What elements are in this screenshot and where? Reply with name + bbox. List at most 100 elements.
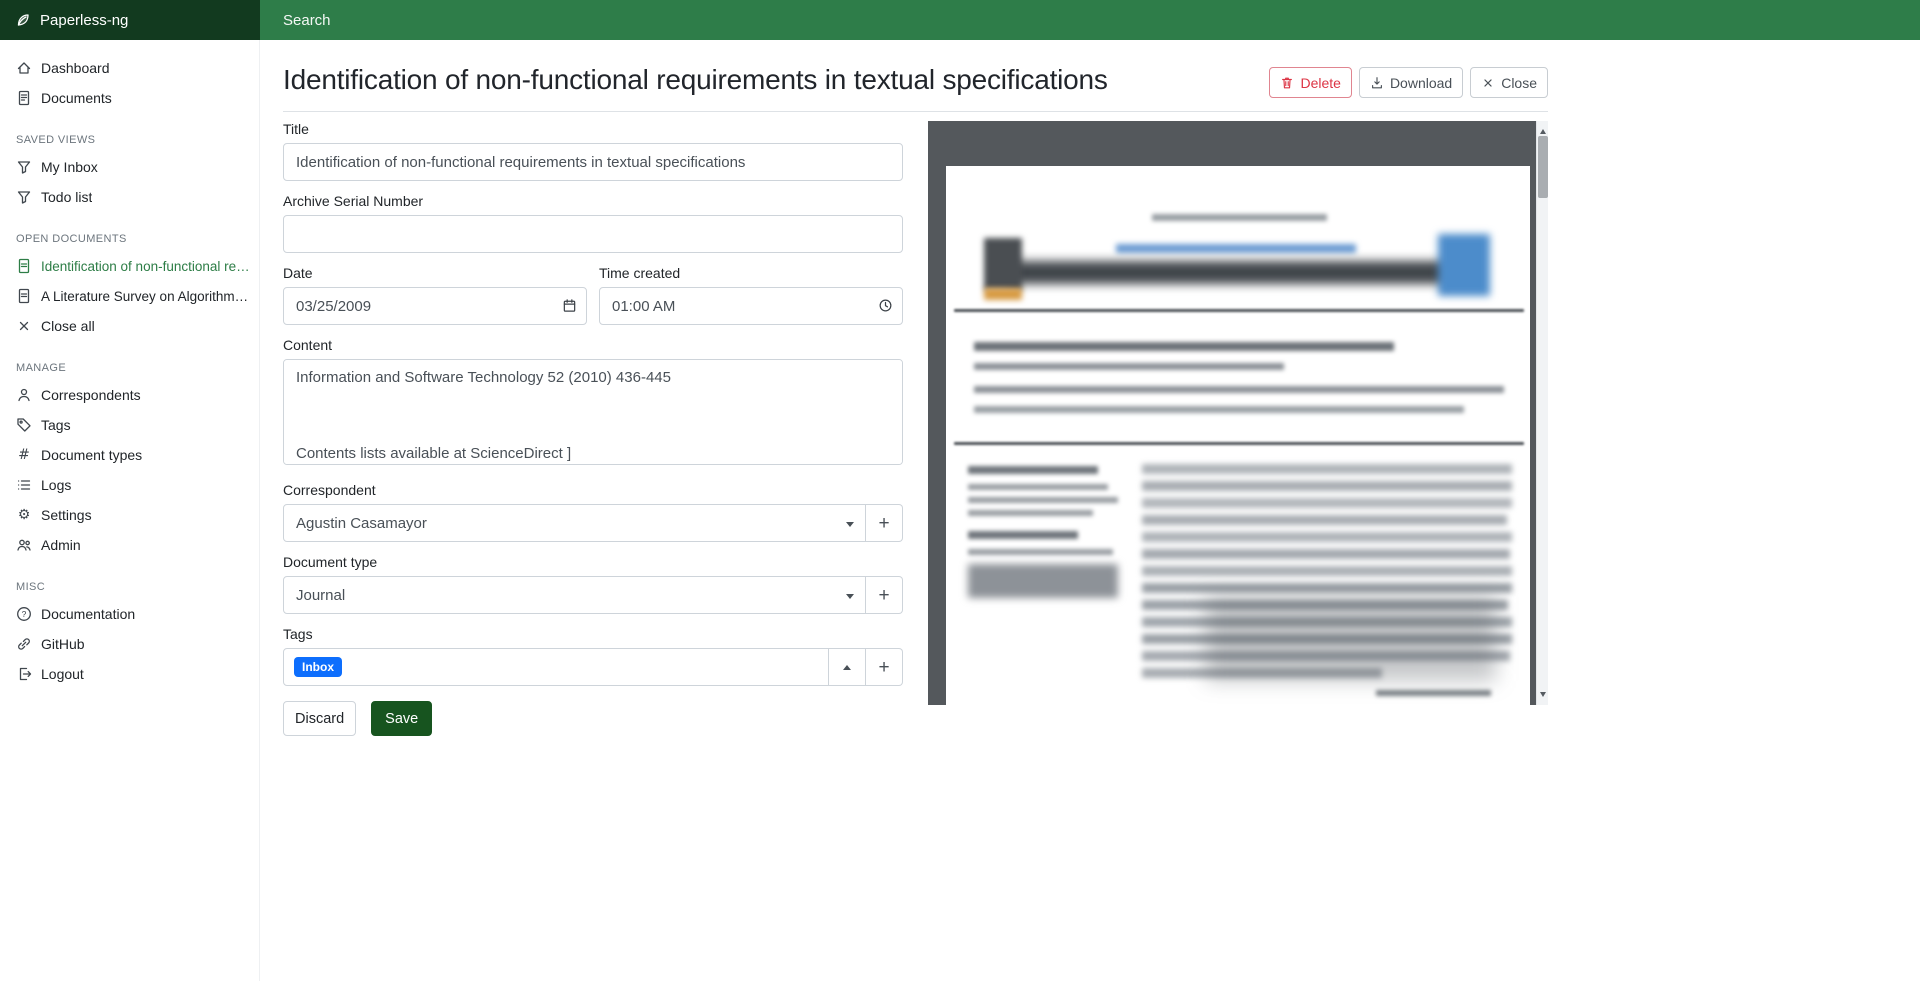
sidebar-item-correspondents[interactable]: Correspondents	[0, 380, 259, 410]
title-field[interactable]	[283, 143, 903, 181]
main-content: Identification of non-functional require…	[260, 40, 1920, 981]
search-bar	[260, 0, 1920, 40]
sidebar-item-document-types[interactable]: # Document types	[0, 440, 259, 470]
person-icon	[16, 387, 32, 403]
tag-badge-inbox[interactable]: Inbox	[294, 657, 342, 677]
content-field-label: Content	[283, 337, 903, 353]
pdf-blur-shape	[1142, 583, 1512, 593]
document-type-selected-value: Journal	[296, 587, 345, 604]
pdf-blur-shape	[968, 484, 1108, 490]
pdf-blur-shape	[954, 442, 1524, 445]
pdf-blur-shape	[1152, 214, 1327, 221]
sidebar-item-open-document-2[interactable]: A Literature Survey on Algorithms for Mu…	[0, 281, 259, 311]
document-edit-form: Title Archive Serial Number Date	[283, 121, 903, 736]
sidebar-item-label: Admin	[41, 537, 81, 553]
svg-text:?: ?	[22, 609, 27, 619]
sidebar-item-documentation[interactable]: ? Documentation	[0, 599, 259, 629]
pdf-blur-shape	[954, 309, 1524, 312]
trash-icon	[1280, 76, 1294, 90]
sidebar-item-my-inbox[interactable]: My Inbox	[0, 152, 259, 182]
people-icon	[16, 537, 32, 553]
pdf-blur-shape	[1142, 464, 1512, 474]
funnel-icon	[16, 159, 32, 175]
pdf-blur-shape	[968, 564, 1118, 598]
sidebar-item-dashboard[interactable]: Dashboard	[0, 53, 259, 83]
link-icon	[16, 636, 32, 652]
close-icon	[1481, 76, 1495, 90]
sidebar-item-documents[interactable]: Documents	[0, 83, 259, 113]
delete-button-label: Delete	[1300, 75, 1340, 91]
hash-icon: #	[16, 447, 32, 463]
list-icon	[16, 477, 32, 493]
clock-icon[interactable]	[878, 298, 893, 313]
scroll-up-icon[interactable]	[1540, 126, 1546, 134]
archive-serial-number-field[interactable]	[283, 215, 903, 253]
pdf-blur-shape	[1206, 596, 1496, 681]
document-type-field-label: Document type	[283, 554, 903, 570]
tags-dropdown-toggle-button[interactable]	[829, 648, 866, 686]
sidebar-item-todo-list[interactable]: Todo list	[0, 182, 259, 212]
pdf-blur-shape	[1008, 261, 1453, 284]
app-brand-name: Paperless-ng	[40, 12, 128, 29]
pdf-blur-shape	[968, 466, 1098, 474]
sidebar-item-label: Logout	[41, 666, 84, 682]
close-button[interactable]: Close	[1470, 67, 1548, 98]
tags-field-label: Tags	[283, 626, 903, 642]
download-button[interactable]: Download	[1359, 67, 1463, 98]
document-actions: Delete Download Close	[1269, 67, 1548, 98]
sidebar-item-logout[interactable]: Logout	[0, 659, 259, 689]
tag-icon	[16, 417, 32, 433]
correspondent-select[interactable]: Agustin Casamayor	[283, 504, 866, 542]
time-created-field[interactable]	[599, 287, 903, 325]
pdf-blur-shape	[1438, 234, 1490, 296]
app-brand[interactable]: Paperless-ng	[0, 0, 260, 40]
delete-button[interactable]: Delete	[1269, 67, 1351, 98]
close-button-label: Close	[1501, 75, 1537, 91]
document-type-select[interactable]: Journal	[283, 576, 866, 614]
house-icon	[16, 60, 32, 76]
sidebar-item-settings[interactable]: ⚙ Settings	[0, 500, 259, 530]
sidebar-section-open-documents: Open documents	[0, 233, 259, 245]
correspondent-field-label: Correspondent	[283, 482, 903, 498]
preview-scrollbar[interactable]	[1536, 121, 1548, 705]
search-input[interactable]	[260, 0, 1920, 40]
logout-icon	[16, 666, 32, 682]
pdf-blur-shape	[984, 238, 1022, 290]
sidebar-item-open-document-1[interactable]: Identification of non-functional require…	[0, 251, 259, 281]
save-button[interactable]: Save	[371, 701, 432, 736]
sidebar-item-label: Dashboard	[41, 60, 110, 76]
date-field[interactable]	[283, 287, 587, 325]
tags-input[interactable]: Inbox	[283, 648, 829, 686]
file-icon	[16, 258, 32, 274]
preview-scrollbar-thumb[interactable]	[1538, 136, 1548, 198]
pdf-blur-shape	[1376, 690, 1491, 696]
content-field[interactable]: Information and Software Technology 52 (…	[283, 359, 903, 465]
pdf-page	[946, 166, 1530, 705]
discard-button[interactable]: Discard	[283, 701, 356, 736]
sidebar-item-label: Correspondents	[41, 387, 141, 403]
sidebar-item-admin[interactable]: Admin	[0, 530, 259, 560]
pdf-blur-shape	[984, 288, 1022, 300]
scroll-down-icon[interactable]	[1540, 692, 1546, 700]
asn-field-label: Archive Serial Number	[283, 193, 903, 209]
date-field-label: Date	[283, 265, 587, 281]
pdf-blur-shape	[968, 497, 1118, 503]
sidebar-item-github[interactable]: GitHub	[0, 629, 259, 659]
sidebar-item-label: A Literature Survey on Algorithms for Mu…	[41, 289, 251, 304]
header-divider	[283, 111, 1548, 112]
add-tag-button[interactable]: +	[866, 648, 903, 686]
sidebar-section-misc: Misc	[0, 581, 259, 593]
pdf-blur-shape	[974, 406, 1464, 413]
sidebar: Dashboard Documents Saved views My Inbox…	[0, 40, 260, 981]
sidebar-item-close-all[interactable]: Close all	[0, 311, 259, 341]
add-correspondent-button[interactable]: +	[866, 504, 903, 542]
sidebar-item-label: Logs	[41, 477, 71, 493]
paperless-leaf-icon	[15, 12, 31, 28]
sidebar-item-tags[interactable]: Tags	[0, 410, 259, 440]
calendar-icon[interactable]	[562, 298, 577, 313]
sidebar-item-logs[interactable]: Logs	[0, 470, 259, 500]
add-document-type-button[interactable]: +	[866, 576, 903, 614]
sidebar-item-label: Identification of non-functional require…	[41, 259, 251, 274]
sidebar-item-label: Settings	[41, 507, 92, 523]
pdf-blur-shape	[1142, 498, 1512, 508]
